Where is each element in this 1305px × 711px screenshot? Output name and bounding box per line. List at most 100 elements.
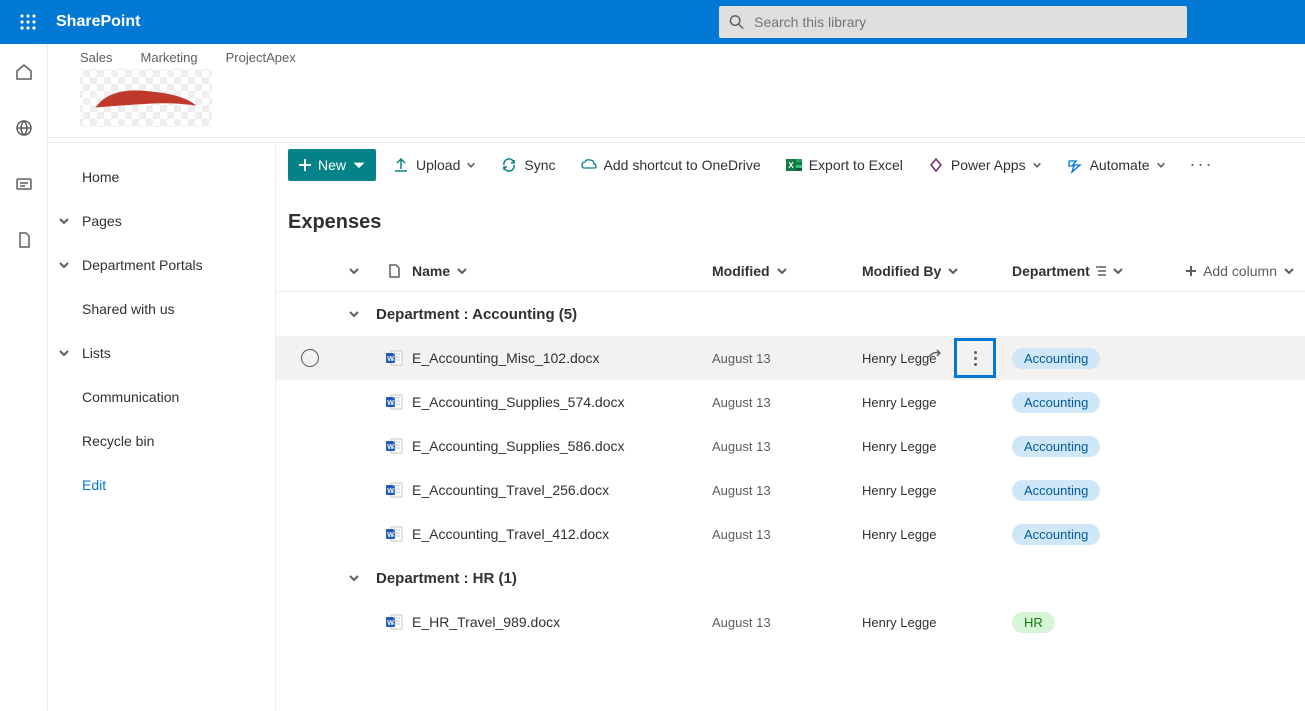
news-icon[interactable] <box>8 168 40 200</box>
new-button[interactable]: New <box>288 149 376 181</box>
column-department[interactable]: Department <box>1012 263 1162 279</box>
files-icon[interactable] <box>8 224 40 256</box>
upload-button[interactable]: Upload <box>384 149 484 181</box>
new-label: New <box>318 157 346 173</box>
group-header[interactable]: Department : Accounting (5) <box>276 292 1305 336</box>
group-header[interactable]: Department : HR (1) <box>276 556 1305 600</box>
file-row[interactable]: WE_Accounting_Supplies_586.docxAugust 13… <box>276 424 1305 468</box>
library-main: New Upload Sync Add shortcut to OneDrive… <box>276 143 1305 711</box>
column-name-label: Name <box>412 263 450 279</box>
library-title: Expenses <box>280 187 1305 250</box>
automate-button[interactable]: Automate <box>1058 149 1174 181</box>
globe-icon[interactable] <box>8 112 40 144</box>
export-excel-button[interactable]: X Export to Excel <box>777 149 911 181</box>
file-row[interactable]: WE_Accounting_Supplies_574.docx August 13… <box>276 380 1305 424</box>
chevron-down-icon <box>466 160 476 170</box>
export-label: Export to Excel <box>809 157 903 173</box>
search-input[interactable] <box>754 14 1177 30</box>
chevron-down-icon <box>456 265 468 277</box>
column-modified[interactable]: Modified <box>712 263 862 279</box>
column-modifiedby-label: Modified By <box>862 263 941 279</box>
file-row[interactable]: WE_Accounting_Misc_102.docxAugust 13Henr… <box>276 336 1305 380</box>
app-rail <box>0 44 48 711</box>
modified-by[interactable]: Henry Legge <box>862 483 1012 498</box>
word-file-icon: W <box>376 393 412 411</box>
department-pill[interactable]: Accounting <box>1012 436 1100 457</box>
department-pill[interactable]: Accounting <box>1012 480 1100 501</box>
add-column-label: Add column <box>1203 263 1277 279</box>
column-headers: Name Modified Modified By Department <box>276 250 1305 292</box>
more-actions-button[interactable] <box>954 338 996 378</box>
library-content: Expenses Name Modified Modified By <box>276 187 1305 711</box>
more-commands-icon[interactable]: ··· <box>1182 154 1222 175</box>
column-modified-label: Modified <box>712 263 770 279</box>
add-shortcut-button[interactable]: Add shortcut to OneDrive <box>572 149 769 181</box>
file-name[interactable]: E_Accounting_Supplies_586.docx <box>412 438 625 454</box>
modified-date: August 13 <box>712 395 862 410</box>
nav-lists[interactable]: Lists <box>48 331 275 375</box>
department-pill[interactable]: Accounting <box>1012 348 1100 369</box>
powerapps-label: Power Apps <box>951 157 1026 173</box>
site-logo[interactable] <box>80 69 212 127</box>
column-dept-label: Department <box>1012 263 1090 279</box>
add-column-button[interactable]: Add column <box>1162 263 1305 279</box>
modified-by[interactable]: Henry Legge <box>862 395 1012 410</box>
modified-date: August 13 <box>712 527 862 542</box>
chevron-down-icon[interactable] <box>332 308 376 320</box>
tab-projectapex[interactable]: ProjectApex <box>226 50 296 65</box>
file-name[interactable]: E_HR_Travel_989.docx <box>412 614 560 630</box>
department-pill[interactable]: HR <box>1012 612 1055 633</box>
nav-department-portals[interactable]: Department Portals <box>48 243 275 287</box>
group-by-icon <box>1094 264 1108 278</box>
upload-label: Upload <box>416 157 460 173</box>
modified-date: August 13 <box>712 439 862 454</box>
department-pill[interactable]: Accounting <box>1012 524 1100 545</box>
sync-button[interactable]: Sync <box>492 149 563 181</box>
file-row[interactable]: WE_Accounting_Travel_412.docxAugust 13He… <box>276 512 1305 556</box>
suite-header: SharePoint <box>0 0 1305 44</box>
file-row[interactable]: WE_Accounting_Travel_256.docxAugust 13He… <box>276 468 1305 512</box>
modified-by[interactable]: Henry Legge <box>862 439 1012 454</box>
search-box[interactable] <box>719 6 1187 38</box>
expand-all-icon[interactable] <box>332 265 376 277</box>
file-name[interactable]: E_Accounting_Supplies_574.docx <box>412 394 625 410</box>
select-circle[interactable] <box>288 349 332 367</box>
file-type-header-icon[interactable] <box>376 264 412 278</box>
home-icon[interactable] <box>8 56 40 88</box>
command-bar: New Upload Sync Add shortcut to OneDrive… <box>276 143 1305 187</box>
tab-marketing[interactable]: Marketing <box>141 50 198 65</box>
nav-edit-link[interactable]: Edit <box>48 463 275 507</box>
file-row[interactable]: WE_HR_Travel_989.docxAugust 13Henry Legg… <box>276 600 1305 644</box>
chevron-down-icon <box>1283 265 1295 277</box>
chevron-down-icon <box>58 347 74 359</box>
modified-by[interactable]: Henry Legge <box>862 527 1012 542</box>
chevron-down-icon <box>58 259 74 271</box>
onedrive-icon <box>580 156 598 174</box>
chevron-down-icon <box>776 265 788 277</box>
chevron-down-icon[interactable] <box>332 572 376 584</box>
nav-home[interactable]: Home <box>48 155 275 199</box>
power-apps-button[interactable]: Power Apps <box>919 149 1050 181</box>
modified-by[interactable]: Henry Legge <box>862 615 1012 630</box>
brand-label[interactable]: SharePoint <box>56 13 140 31</box>
nav-shared[interactable]: Shared with us <box>48 287 275 331</box>
chevron-down-icon <box>1156 160 1166 170</box>
file-name[interactable]: E_Accounting_Travel_412.docx <box>412 526 609 542</box>
file-name[interactable]: E_Accounting_Misc_102.docx <box>412 350 600 366</box>
search-icon <box>729 14 744 30</box>
tab-sales[interactable]: Sales <box>80 50 113 65</box>
automate-label: Automate <box>1090 157 1150 173</box>
chevron-down-icon <box>947 265 959 277</box>
nav-pages[interactable]: Pages <box>48 199 275 243</box>
chevron-down-icon <box>1112 265 1124 277</box>
chevron-down-icon <box>352 158 366 172</box>
left-nav: Home Pages Department Portals Shared wit… <box>48 143 276 711</box>
column-name[interactable]: Name <box>412 263 712 279</box>
column-modified-by[interactable]: Modified By <box>862 263 1012 279</box>
department-pill[interactable]: Accounting <box>1012 392 1100 413</box>
nav-communication[interactable]: Communication <box>48 375 275 419</box>
nav-recycle-bin[interactable]: Recycle bin <box>48 419 275 463</box>
app-launcher-icon[interactable] <box>8 2 48 42</box>
file-name[interactable]: E_Accounting_Travel_256.docx <box>412 482 609 498</box>
share-icon[interactable] <box>926 348 944 369</box>
